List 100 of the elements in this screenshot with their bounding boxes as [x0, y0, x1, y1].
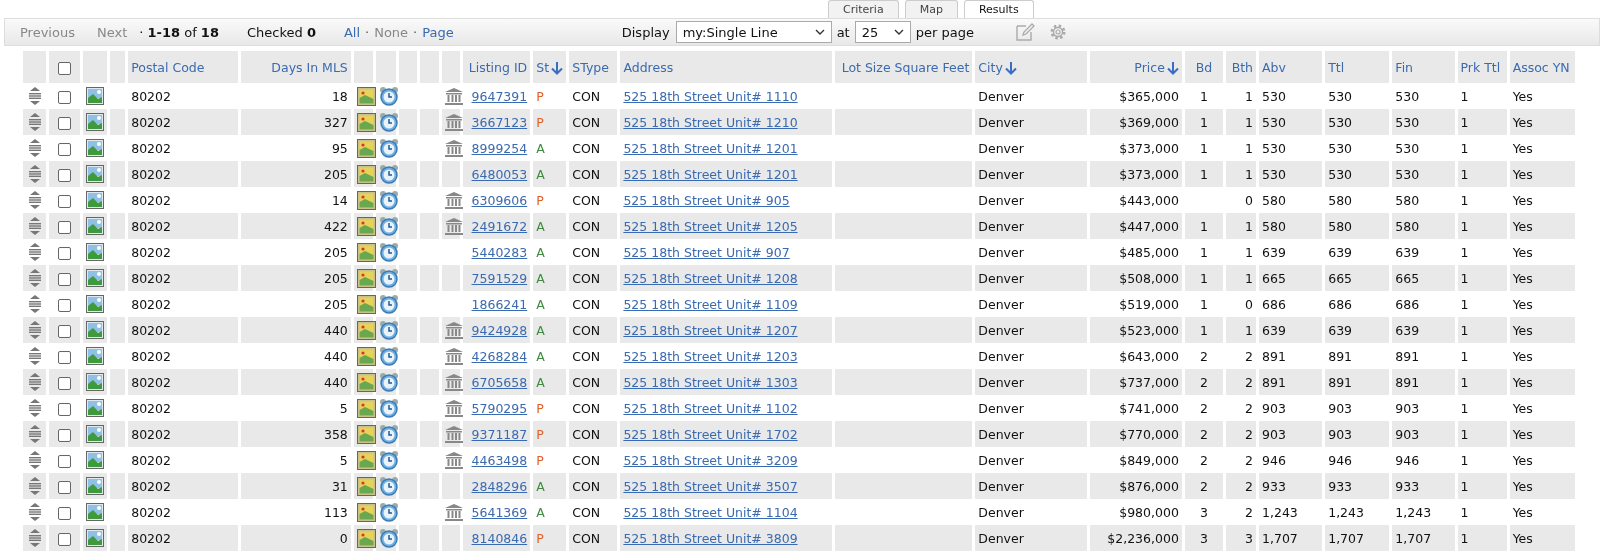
drag-handle-icon[interactable]	[27, 139, 42, 157]
drag-handle-icon[interactable]	[27, 191, 42, 209]
picture-icon[interactable]	[356, 112, 376, 132]
photo-icon[interactable]	[86, 113, 105, 131]
alarm-clock-icon[interactable]	[378, 424, 399, 444]
column-header[interactable]: Ttl	[1328, 60, 1345, 75]
drag-handle-icon[interactable]	[27, 269, 42, 287]
building-icon[interactable]	[445, 113, 463, 131]
drag-handle-icon[interactable]	[27, 425, 42, 443]
picture-icon[interactable]	[356, 424, 376, 444]
picture-icon[interactable]	[356, 502, 376, 522]
tab[interactable]: Criteria	[828, 0, 899, 18]
building-icon[interactable]	[445, 425, 463, 443]
photo-icon[interactable]	[86, 165, 105, 183]
building-icon[interactable]	[445, 321, 463, 339]
row-checkbox[interactable]	[58, 168, 72, 182]
drag-handle-icon[interactable]	[27, 399, 42, 417]
photo-icon[interactable]	[86, 217, 105, 235]
alarm-clock-icon[interactable]	[378, 502, 399, 522]
building-icon[interactable]	[445, 217, 463, 235]
building-icon[interactable]	[445, 503, 463, 521]
alarm-clock-icon[interactable]	[378, 86, 399, 106]
picture-icon[interactable]	[356, 450, 376, 470]
address-link[interactable]: 525 18th Street Unit# 1104	[623, 504, 798, 520]
row-checkbox[interactable]	[58, 272, 72, 286]
select-link[interactable]: All	[343, 24, 361, 40]
address-link[interactable]: 525 18th Street Unit# 1110	[623, 88, 798, 104]
photo-icon[interactable]	[86, 503, 105, 521]
select-all-checkbox[interactable]	[58, 61, 72, 75]
picture-icon[interactable]	[356, 372, 376, 392]
photo-icon[interactable]	[86, 451, 105, 469]
alarm-clock-icon[interactable]	[378, 294, 399, 314]
listing-id-link[interactable]: 6309606	[471, 192, 528, 208]
row-checkbox[interactable]	[58, 246, 72, 260]
drag-handle-icon[interactable]	[27, 503, 42, 521]
drag-handle-icon[interactable]	[27, 529, 42, 547]
listing-id-link[interactable]: 4463498	[471, 452, 528, 468]
row-checkbox[interactable]	[58, 454, 72, 468]
building-icon[interactable]	[445, 399, 463, 417]
listing-id-link[interactable]: 9647391	[471, 88, 528, 104]
building-icon[interactable]	[445, 373, 463, 391]
photo-icon[interactable]	[86, 269, 105, 287]
photo-icon[interactable]	[86, 529, 105, 547]
alarm-clock-icon[interactable]	[378, 450, 399, 470]
photo-icon[interactable]	[86, 425, 105, 443]
alarm-clock-icon[interactable]	[378, 268, 399, 288]
row-checkbox[interactable]	[58, 506, 72, 520]
row-checkbox[interactable]	[58, 532, 72, 546]
row-checkbox[interactable]	[58, 298, 72, 312]
row-checkbox[interactable]	[58, 480, 72, 494]
photo-icon[interactable]	[86, 373, 105, 391]
picture-icon[interactable]	[356, 398, 376, 418]
column-header[interactable]: Fin	[1395, 60, 1414, 75]
drag-handle-icon[interactable]	[27, 373, 42, 391]
drag-handle-icon[interactable]	[27, 321, 42, 339]
building-icon[interactable]	[445, 139, 463, 157]
picture-icon[interactable]	[356, 190, 376, 210]
picture-icon[interactable]	[356, 294, 376, 314]
picture-icon[interactable]	[356, 268, 376, 288]
listing-id-link[interactable]: 5790295	[471, 400, 528, 416]
alarm-clock-icon[interactable]	[378, 216, 399, 236]
tab[interactable]: Results	[963, 0, 1034, 18]
photo-icon[interactable]	[86, 399, 105, 417]
address-link[interactable]: 525 18th Street Unit# 907	[623, 244, 790, 260]
picture-icon[interactable]	[356, 138, 376, 158]
row-checkbox[interactable]	[58, 324, 72, 338]
photo-icon[interactable]	[86, 87, 105, 105]
drag-handle-icon[interactable]	[27, 347, 42, 365]
alarm-clock-icon[interactable]	[378, 346, 399, 366]
select-link[interactable]: Page	[422, 24, 454, 40]
alarm-clock-icon[interactable]	[378, 190, 399, 210]
row-checkbox[interactable]	[58, 90, 72, 104]
address-link[interactable]: 525 18th Street Unit# 1109	[623, 296, 798, 312]
picture-icon[interactable]	[356, 164, 376, 184]
alarm-clock-icon[interactable]	[378, 398, 399, 418]
drag-handle-icon[interactable]	[27, 165, 42, 183]
building-icon[interactable]	[445, 451, 463, 469]
listing-id-link[interactable]: 1866241	[471, 296, 528, 312]
address-link[interactable]: 525 18th Street Unit# 1201	[623, 140, 798, 156]
address-link[interactable]: 525 18th Street Unit# 1102	[623, 400, 798, 416]
photo-icon[interactable]	[86, 321, 105, 339]
address-link[interactable]: 525 18th Street Unit# 3209	[623, 452, 798, 468]
photo-icon[interactable]	[86, 139, 105, 157]
drag-handle-icon[interactable]	[27, 477, 42, 495]
next-button[interactable]: Next	[96, 24, 128, 40]
picture-icon[interactable]	[356, 86, 376, 106]
row-checkbox[interactable]	[58, 376, 72, 390]
row-checkbox[interactable]	[58, 350, 72, 364]
picture-icon[interactable]	[356, 216, 376, 236]
row-checkbox[interactable]	[58, 428, 72, 442]
display-dropdown[interactable]: my:Single Line	[675, 21, 832, 43]
drag-handle-icon[interactable]	[27, 113, 42, 131]
alarm-clock-icon[interactable]	[378, 372, 399, 392]
alarm-clock-icon[interactable]	[378, 320, 399, 340]
row-checkbox[interactable]	[58, 402, 72, 416]
alarm-clock-icon[interactable]	[378, 242, 399, 262]
drag-handle-icon[interactable]	[27, 295, 42, 313]
drag-handle-icon[interactable]	[27, 243, 42, 261]
alarm-clock-icon[interactable]	[378, 528, 399, 548]
previous-button[interactable]: Previous	[20, 24, 75, 40]
